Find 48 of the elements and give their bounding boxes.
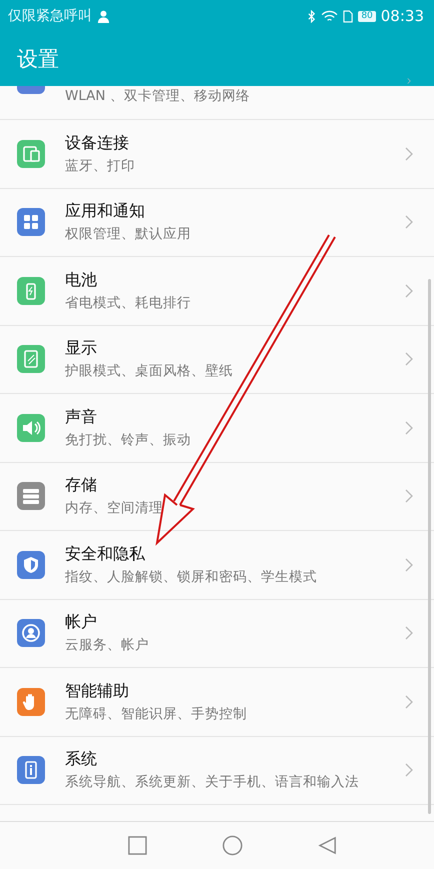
item-subtitle: 云服务、帐户 bbox=[65, 636, 150, 654]
item-title: 智能辅助 bbox=[65, 680, 130, 702]
item-subtitle: 权限管理、默认应用 bbox=[65, 225, 192, 244]
settings-item[interactable]: 应用和通知 权限管理、默认应用 bbox=[0, 188, 434, 257]
chevron-icon bbox=[405, 420, 413, 435]
item-title: 安全和隐私 bbox=[65, 544, 146, 565]
item-title: 设备连接 bbox=[65, 132, 130, 154]
chevron-icon bbox=[405, 352, 413, 366]
carrier-text: 仅限紧急呼叫 bbox=[8, 7, 92, 25]
chevron-icon bbox=[405, 146, 413, 161]
item-subtitle: 免打扰、铃声、振动 bbox=[65, 430, 192, 449]
chevron-icon bbox=[405, 558, 413, 572]
scrollbar[interactable] bbox=[428, 279, 431, 814]
chevron-icon bbox=[405, 626, 413, 640]
item-title: 应用和通知 bbox=[65, 201, 146, 222]
chevron-icon bbox=[405, 78, 413, 84]
chevron-icon bbox=[405, 763, 413, 778]
item-subtitle: 蓝牙、打印 bbox=[65, 156, 136, 175]
battery-indicator: 80 bbox=[358, 10, 376, 22]
item-subtitle: 内存、空间清理 bbox=[65, 499, 164, 518]
item-subtitle: 指纹、人脸解锁、锁屏和密码、学生模式 bbox=[65, 568, 318, 586]
item-subtitle: 系统导航、系统更新、关于手机、语言和输入法 bbox=[65, 773, 360, 792]
page-title: 设置 bbox=[17, 46, 59, 73]
back-icon[interactable] bbox=[318, 836, 336, 855]
chevron-icon bbox=[405, 215, 413, 230]
item-title: 声音 bbox=[65, 406, 98, 428]
item-subtitle: WLAN 、双卡管理、移动网络 bbox=[65, 87, 251, 105]
chevron-icon bbox=[405, 284, 413, 298]
item-title: 电池 bbox=[65, 270, 98, 291]
item-title: 显示 bbox=[65, 338, 98, 360]
chevron-icon bbox=[405, 694, 413, 709]
item-subtitle: 省电模式、耗电排行 bbox=[65, 294, 192, 312]
sim-icon bbox=[343, 10, 354, 22]
home-icon[interactable] bbox=[222, 835, 242, 856]
person-icon bbox=[97, 10, 110, 22]
item-subtitle: 无障碍、智能识屏、手势控制 bbox=[65, 704, 248, 723]
settings-item[interactable]: 设备连接 蓝牙、打印 bbox=[0, 120, 434, 188]
item-subtitle: 护眼模式、桌面风格、壁纸 bbox=[65, 362, 234, 380]
recent-apps-icon[interactable] bbox=[128, 836, 146, 855]
chevron-icon bbox=[405, 489, 413, 504]
bluetooth-icon bbox=[307, 10, 316, 22]
settings-item[interactable]: WLAN 、双卡管理、移动网络 bbox=[0, 86, 434, 120]
settings-item[interactable]: 电池 省电模式、耗电排行 bbox=[0, 257, 434, 326]
wifi-icon bbox=[321, 10, 338, 22]
item-title: 帐户 bbox=[65, 612, 98, 634]
item-title: 系统 bbox=[65, 749, 98, 770]
item-title: 存储 bbox=[65, 475, 98, 496]
clock-text: 08:33 bbox=[380, 7, 424, 25]
